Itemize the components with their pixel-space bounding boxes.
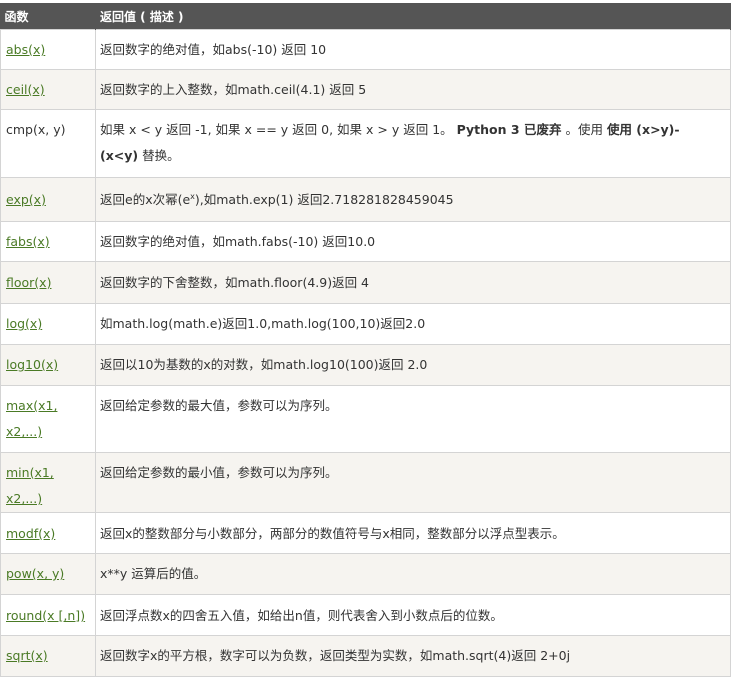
- function-link-ceil[interactable]: ceil(x): [6, 82, 45, 97]
- table-row: ceil(x) 返回数字的上入整数，如math.ceil(4.1) 返回 5: [0, 69, 731, 110]
- function-link-log10[interactable]: log10(x): [6, 357, 58, 372]
- function-link-round[interactable]: round(x [,n]): [6, 608, 85, 623]
- description: 返回数字的下舍整数，如math.floor(4.9)返回 4: [95, 261, 731, 304]
- function-link-sqrt[interactable]: sqrt(x): [6, 648, 48, 663]
- function-link-floor[interactable]: floor(x): [6, 275, 51, 290]
- function-link-modf[interactable]: modf(x): [6, 526, 55, 541]
- table-row: log(x) 如math.log(math.e)返回1.0,math.log(1…: [0, 303, 731, 345]
- table-row: max(x1, x2,...) 返回给定参数的最大值，参数可以为序列。: [0, 385, 731, 453]
- description: 返回数字的绝对值，如math.fabs(-10) 返回10.0: [95, 221, 731, 262]
- description: x**y 运算后的值。: [95, 553, 731, 595]
- deprecated-note: Python 3 已废弃: [456, 122, 562, 137]
- table-row: round(x [,n]) 返回浮点数x的四舍五入值，如给出n值，则代表舍入到小…: [0, 594, 731, 636]
- description: 返回给定参数的最大值，参数可以为序列。: [95, 385, 731, 453]
- description: 返回数字x的平方根，数字可以为负数，返回类型为实数，如math.sqrt(4)返…: [95, 635, 731, 677]
- description: 返回e的x次幂(ex),如math.exp(1) 返回2.71828182845…: [95, 177, 731, 222]
- description: 如math.log(math.e)返回1.0,math.log(100,10)返…: [95, 303, 731, 345]
- description: 如果 x < y 返回 -1, 如果 x == y 返回 0, 如果 x > y…: [95, 109, 731, 178]
- description: 返回数字的上入整数，如math.ceil(4.1) 返回 5: [95, 69, 731, 110]
- description: 返回给定参数的最小值，参数可以为序列。: [95, 452, 731, 513]
- function-link-min[interactable]: min(x1, x2,...): [6, 465, 54, 506]
- table-row: abs(x) 返回数字的绝对值，如abs(-10) 返回 10: [0, 29, 731, 70]
- function-link-pow[interactable]: pow(x, y): [6, 566, 64, 581]
- header-return-value: 返回值 ( 描述 ): [95, 3, 731, 30]
- table-row: log10(x) 返回以10为基数的x的对数，如math.log10(100)返…: [0, 344, 731, 386]
- function-name-line: x2,...): [6, 424, 43, 439]
- description-text: 返回e的x次幂(e: [100, 192, 191, 207]
- table-row: modf(x) 返回x的整数部分与小数部分，两部分的数值符号与x相同，整数部分以…: [0, 512, 731, 554]
- math-functions-table: 函数 返回值 ( 描述 ) abs(x) 返回数字的绝对值，如abs(-10) …: [0, 3, 731, 677]
- table-row: sqrt(x) 返回数字x的平方根，数字可以为负数，返回类型为实数，如math.…: [0, 635, 731, 677]
- function-link-log[interactable]: log(x): [6, 316, 42, 331]
- function-name-line: max(x1,: [6, 398, 58, 413]
- description-text: ),如math.exp(1) 返回2.718281828459045: [194, 192, 454, 207]
- table-header-row: 函数 返回值 ( 描述 ): [0, 3, 731, 30]
- description-text: 。使用: [565, 122, 603, 137]
- functions-table-container: 函数 返回值 ( 描述 ) abs(x) 返回数字的绝对值，如abs(-10) …: [0, 0, 731, 677]
- table-row: fabs(x) 返回数字的绝对值，如math.fabs(-10) 返回10.0: [0, 221, 731, 262]
- table-row: cmp(x, y) 如果 x < y 返回 -1, 如果 x == y 返回 0…: [0, 109, 731, 178]
- table-row: floor(x) 返回数字的下舍整数，如math.floor(4.9)返回 4: [0, 261, 731, 304]
- table-row: min(x1, x2,...) 返回给定参数的最小值，参数可以为序列。: [0, 452, 731, 513]
- function-link-abs[interactable]: abs(x): [6, 42, 45, 57]
- description: 返回数字的绝对值，如abs(-10) 返回 10: [95, 29, 731, 70]
- header-function: 函数: [0, 3, 96, 30]
- description: 返回x的整数部分与小数部分，两部分的数值符号与x相同，整数部分以浮点型表示。: [95, 512, 731, 554]
- table-row: pow(x, y) x**y 运算后的值。: [0, 553, 731, 595]
- function-link-fabs[interactable]: fabs(x): [6, 234, 50, 249]
- function-link-exp[interactable]: exp(x): [6, 192, 46, 207]
- function-name-cmp: cmp(x, y): [6, 122, 66, 137]
- description: 返回浮点数x的四舍五入值，如给出n值，则代表舍入到小数点后的位数。: [95, 594, 731, 636]
- table-row: exp(x) 返回e的x次幂(ex),如math.exp(1) 返回2.7182…: [0, 177, 731, 222]
- description-text: 替换。: [142, 148, 180, 163]
- description-text: 如果 x < y 返回 -1, 如果 x == y 返回 0, 如果 x > y…: [100, 122, 453, 137]
- description: 返回以10为基数的x的对数，如math.log10(100)返回 2.0: [95, 344, 731, 386]
- function-link-max[interactable]: max(x1, x2,...): [6, 398, 57, 439]
